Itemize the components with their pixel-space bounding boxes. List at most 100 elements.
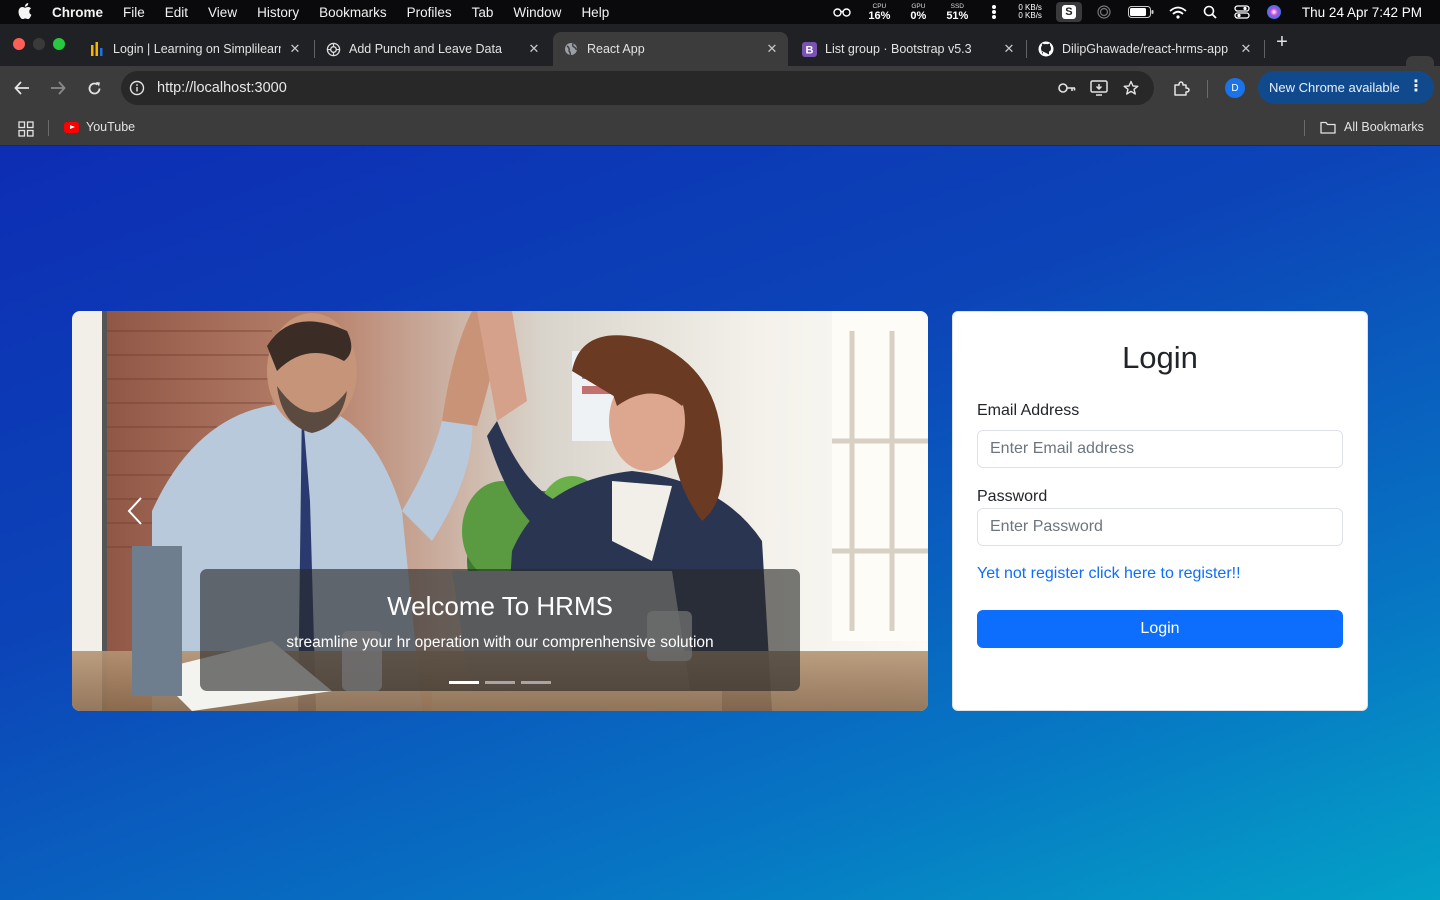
tab-close-icon[interactable]: ✕ <box>1238 41 1254 57</box>
wifi-icon[interactable] <box>1169 4 1187 20</box>
tab-simplilearn[interactable]: Login | Learning on Simplilearn ✕ <box>79 32 311 66</box>
back-button[interactable] <box>11 77 33 99</box>
tab-title: DilipGhawade/react-hrms-app <box>1062 42 1229 56</box>
extensions-puzzle-icon[interactable] <box>1172 79 1192 99</box>
reload-icon <box>88 81 100 94</box>
menu-window[interactable]: Window <box>513 5 561 20</box>
reload-button[interactable] <box>83 77 105 99</box>
page-background: Welcome To HRMS streamline your hr opera… <box>0 146 1440 900</box>
globe-icon <box>563 41 579 57</box>
tab-title: Login | Learning on Simplilearn <box>113 42 281 56</box>
cpu-value: 16% <box>868 9 891 22</box>
apple-icon[interactable] <box>18 2 38 22</box>
login-title: Login <box>1122 340 1198 375</box>
bookmark-youtube[interactable]: YouTube <box>64 120 135 134</box>
window-controls <box>13 38 65 50</box>
toolbar-separator <box>1207 80 1208 98</box>
s-app-letter: S <box>1061 5 1076 19</box>
siri-icon[interactable] <box>1265 4 1283 20</box>
ssd-stat[interactable]: SSD 51% <box>946 3 968 22</box>
carousel-indicator[interactable] <box>521 681 551 684</box>
s-app-icon[interactable]: S <box>1055 2 1082 22</box>
carousel-indicator[interactable] <box>449 681 479 684</box>
url-text[interactable]: http://localhost:3000 <box>157 80 287 96</box>
bookmark-star-icon[interactable] <box>1122 79 1140 97</box>
menu-profiles[interactable]: Profiles <box>407 5 452 20</box>
net-download: 0 KB/s <box>1018 11 1042 20</box>
minimize-window-button[interactable] <box>33 38 45 50</box>
new-chrome-available-button[interactable]: New Chrome available ⋮ <box>1258 71 1434 104</box>
bookmarks-separator <box>48 120 49 136</box>
login-button[interactable]: Login <box>977 610 1343 648</box>
tab-bootstrap[interactable]: B List group · Bootstrap v5.3 ✕ <box>791 32 1025 66</box>
new-tab-button[interactable]: + <box>1272 32 1292 53</box>
profile-avatar[interactable]: D <box>1225 78 1245 98</box>
bookmarks-separator <box>1304 120 1305 136</box>
arrow-right-icon <box>51 81 66 95</box>
install-app-icon[interactable] <box>1090 79 1108 97</box>
tab-close-icon[interactable]: ✕ <box>764 41 780 57</box>
register-link[interactable]: Yet not register click here to register!… <box>977 565 1241 583</box>
openai-icon <box>325 41 341 57</box>
menu-edit[interactable]: Edit <box>165 5 188 20</box>
gpu-stat[interactable]: GPU 0% <box>910 3 926 22</box>
spotlight-search-icon[interactable] <box>1201 4 1219 20</box>
zoom-window-button[interactable] <box>53 38 65 50</box>
carousel-indicator[interactable] <box>485 681 515 684</box>
menu-tab[interactable]: Tab <box>472 5 494 20</box>
tab-close-icon[interactable]: ✕ <box>287 41 303 57</box>
youtube-icon <box>64 121 79 133</box>
bookmark-label: YouTube <box>86 120 136 134</box>
password-key-icon[interactable] <box>1058 79 1076 97</box>
menu-file[interactable]: File <box>123 5 145 20</box>
menu-history[interactable]: History <box>257 5 299 20</box>
tab-close-icon[interactable]: ✕ <box>1001 41 1017 57</box>
chevron-left-icon <box>127 497 142 525</box>
tab-title: List group · Bootstrap v5.3 <box>825 42 972 56</box>
battery-icon[interactable] <box>1127 4 1155 20</box>
kebab-menu-icon[interactable]: ⋮ <box>1408 78 1424 96</box>
address-bar[interactable]: http://localhost:3000 <box>121 71 1154 105</box>
fingerprint-icon[interactable] <box>1095 4 1113 20</box>
all-bookmarks-label: All Bookmarks <box>1344 120 1424 134</box>
menubar-clock[interactable]: Thu 24 Apr 7:42 PM <box>1302 5 1422 20</box>
tab-close-icon[interactable]: ✕ <box>526 41 542 57</box>
tab-add-punch[interactable]: Add Punch and Leave Data ✕ <box>315 32 550 66</box>
tab-github[interactable]: DilipGhawade/react-hrms-app ✕ <box>1028 32 1262 66</box>
menubar-status-area: CPU 16% GPU 0% SSD 51% 0 KB/s 0 KB/s S T… <box>826 0 1422 24</box>
email-label: Email Address <box>977 402 1080 419</box>
bootstrap-icon: B <box>801 41 817 57</box>
browser-toolbar: http://localhost:3000 D New Chrome avail… <box>0 66 1440 110</box>
menu-bookmarks[interactable]: Bookmarks <box>319 5 387 20</box>
menu-view[interactable]: View <box>208 5 237 20</box>
control-center-icon[interactable] <box>1233 4 1251 20</box>
arrow-left-icon <box>14 81 29 95</box>
browser-tab-strip: Login | Learning on Simplilearn ✕ Add Pu… <box>0 24 1440 82</box>
bookmarks-bar: YouTube All Bookmarks <box>0 110 1440 146</box>
caption-text: streamline your hr operation with our co… <box>286 634 714 651</box>
login-card: Login Email Address Password Yet not reg… <box>952 311 1368 711</box>
email-field[interactable] <box>977 430 1343 468</box>
svg-text:B: B <box>805 44 813 56</box>
close-window-button[interactable] <box>13 38 25 50</box>
all-bookmarks-button[interactable]: All Bookmarks <box>1320 120 1424 134</box>
more-vertical-icon[interactable] <box>985 4 1003 20</box>
cpu-stat[interactable]: CPU 16% <box>868 3 890 22</box>
ssd-value: 51% <box>946 9 969 22</box>
hero-carousel: Welcome To HRMS streamline your hr opera… <box>72 311 928 711</box>
apps-grid-icon[interactable] <box>18 121 34 137</box>
password-field[interactable] <box>977 508 1343 546</box>
carousel-prev-button[interactable] <box>122 495 150 527</box>
tab-separator <box>1026 40 1027 58</box>
gpu-value: 0% <box>910 9 927 22</box>
menu-app-name[interactable]: Chrome <box>52 5 103 20</box>
site-info-icon[interactable] <box>129 80 145 96</box>
forward-button[interactable] <box>47 77 69 99</box>
network-speed[interactable]: 0 KB/s 0 KB/s <box>1018 4 1042 20</box>
caption-title: Welcome To HRMS <box>387 591 613 621</box>
glasses-icon[interactable] <box>833 4 852 20</box>
tab-react-app[interactable]: React App ✕ <box>553 32 788 66</box>
github-icon <box>1038 41 1054 57</box>
folder-icon <box>1320 121 1336 134</box>
menu-help[interactable]: Help <box>581 5 609 20</box>
